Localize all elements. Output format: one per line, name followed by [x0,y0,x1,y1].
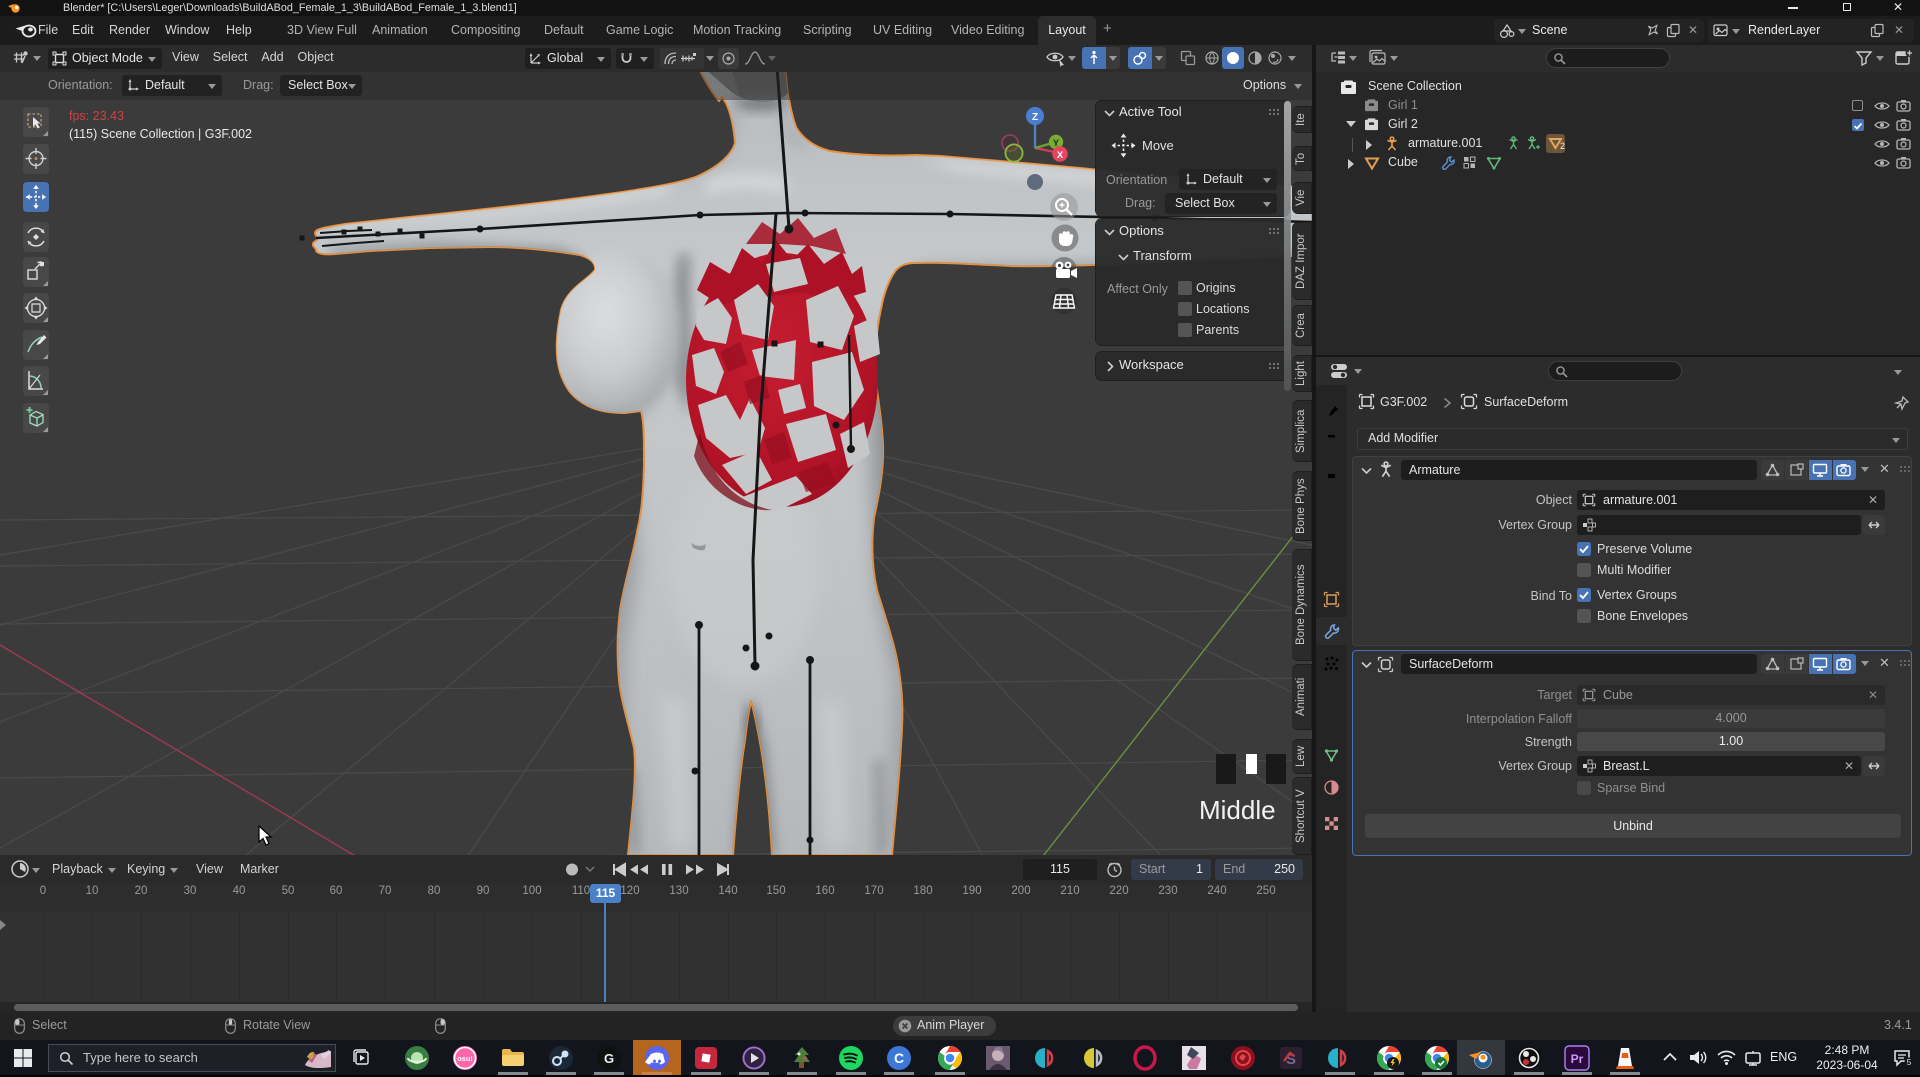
svg-text:osu!: osu! [457,1054,473,1063]
svg-text:C: C [894,1050,904,1066]
svg-text:G: G [604,1051,614,1066]
svg-text:X: X [1057,150,1064,161]
svg-text:5: 5 [1907,1058,1912,1067]
svg-text:Z: Z [1032,112,1038,123]
svg-text:Pr: Pr [1571,1052,1584,1066]
